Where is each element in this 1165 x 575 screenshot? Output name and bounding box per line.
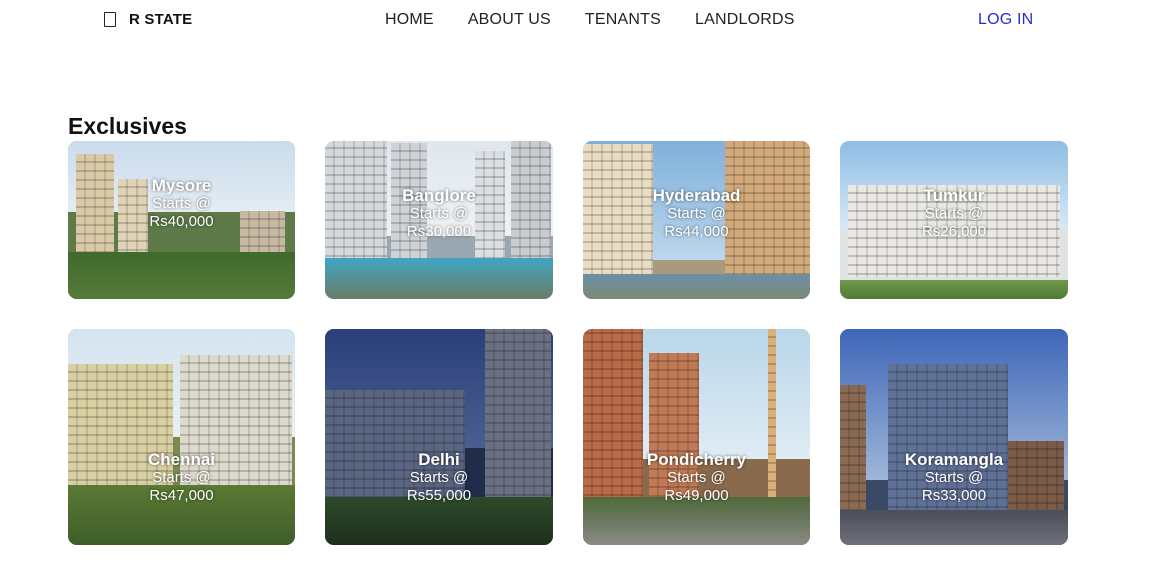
city-name: Mysore (151, 176, 212, 195)
city-name: Tumkur (923, 186, 985, 205)
price-label: Rs40,000 (149, 213, 214, 230)
city-name: Chennai (147, 450, 216, 469)
card-caption: Delhi Starts @ Rs55,000 (325, 451, 553, 505)
price-label: Rs49,000 (664, 487, 729, 504)
section-title: Exclusives (68, 113, 187, 139)
brand[interactable]: R STATE (104, 11, 192, 28)
nav-link-tenants[interactable]: TENANTS (585, 11, 661, 29)
starts-label: Starts @ (924, 469, 984, 486)
card-caption: Banglore Starts @ Rs30,000 (325, 187, 553, 241)
city-name: Hyderabad (652, 186, 741, 205)
nav-link-landlords[interactable]: LANDLORDS (695, 11, 795, 29)
property-card-pondicherry[interactable]: Pondicherry Starts @ Rs49,000 (583, 329, 810, 545)
card-image-ground (583, 273, 810, 299)
card-caption: Chennai Starts @ Rs47,000 (68, 451, 295, 505)
card-caption: Tumkur Starts @ Rs26,000 (840, 187, 1068, 241)
property-card-koramangla[interactable]: Koramangla Starts @ Rs33,000 (840, 329, 1068, 545)
starts-label: Starts @ (924, 205, 984, 222)
price-label: Rs47,000 (149, 487, 214, 504)
property-card-mysore[interactable]: Mysore Starts @ Rs40,000 (68, 141, 295, 299)
brand-name: R STATE (129, 11, 193, 28)
main-menu: HOME ABOUT US TENANTS LANDLORDS (385, 11, 829, 29)
card-caption: Mysore Starts @ Rs40,000 (68, 177, 295, 231)
property-card-delhi[interactable]: Delhi Starts @ Rs55,000 (325, 329, 553, 545)
property-card-hyderabad[interactable]: Hyderabad Starts @ Rs44,000 (583, 141, 810, 299)
card-image-ground (840, 280, 1068, 299)
city-name: Koramangla (904, 450, 1004, 469)
price-label: Rs44,000 (664, 223, 729, 240)
city-name: Pondicherry (646, 450, 747, 469)
starts-label: Starts @ (667, 205, 726, 222)
starts-label: Starts @ (152, 195, 211, 212)
starts-label: Starts @ (409, 205, 469, 222)
city-name: Delhi (418, 450, 460, 469)
top-nav: R STATE HOME ABOUT US TENANTS LANDLORDS … (0, 0, 1165, 40)
starts-label: Starts @ (409, 469, 469, 486)
nav-link-about-us[interactable]: ABOUT US (468, 11, 551, 29)
card-caption: Pondicherry Starts @ Rs49,000 (583, 451, 810, 505)
price-label: Rs26,000 (921, 223, 987, 240)
card-caption: Hyderabad Starts @ Rs44,000 (583, 187, 810, 241)
price-label: Rs55,000 (406, 487, 472, 504)
nav-link-home[interactable]: HOME (385, 11, 434, 29)
city-name: Banglore (402, 186, 476, 205)
property-card-chennai[interactable]: Chennai Starts @ Rs47,000 (68, 329, 295, 545)
card-image-pool (325, 257, 553, 299)
card-image-ground (68, 251, 295, 299)
card-image-street (840, 510, 1068, 545)
price-label: Rs33,000 (921, 487, 987, 504)
price-label: Rs30,000 (406, 223, 472, 240)
building-icon (104, 12, 116, 27)
property-card-banglore[interactable]: Banglore Starts @ Rs30,000 (325, 141, 553, 299)
login-link[interactable]: LOG IN (978, 11, 1033, 29)
property-card-tumkur[interactable]: Tumkur Starts @ Rs26,000 (840, 141, 1068, 299)
card-caption: Koramangla Starts @ Rs33,000 (840, 451, 1068, 505)
starts-label: Starts @ (152, 469, 211, 486)
starts-label: Starts @ (667, 469, 726, 486)
